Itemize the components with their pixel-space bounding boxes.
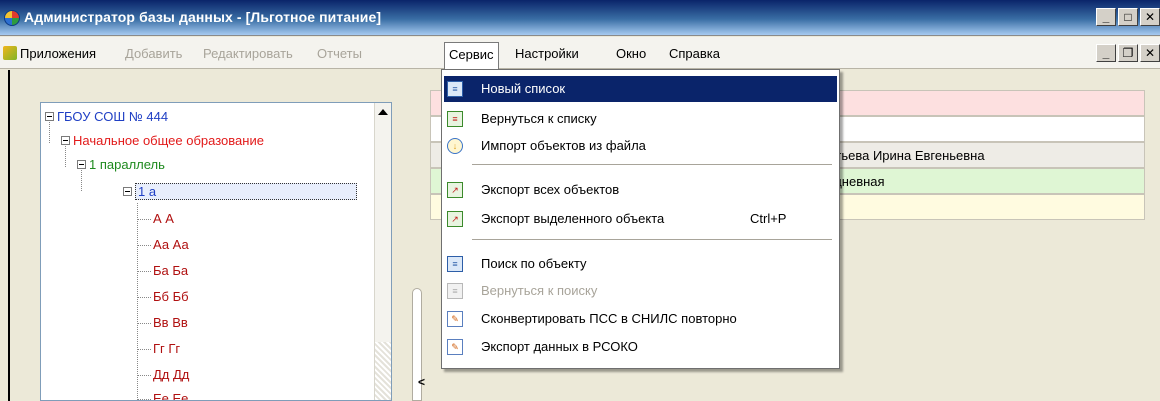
menu-item-search[interactable]: ≡ Поиск по объекту: [444, 251, 837, 277]
menu-item-label: Импорт объектов из файла: [481, 138, 646, 153]
tree-node-parallel[interactable]: 1 параллель: [77, 157, 165, 172]
tree-node-student[interactable]: Аа Аа: [137, 237, 189, 252]
tree-node-student[interactable]: Ее Ее: [137, 391, 189, 401]
menu-service[interactable]: Сервис: [444, 42, 499, 69]
student-name: Гг Гг: [153, 341, 181, 356]
menu-window[interactable]: Окно: [616, 46, 646, 61]
close-button[interactable]: ✕: [1140, 8, 1160, 26]
collapse-icon[interactable]: [123, 187, 132, 196]
student-name: Вв Вв: [153, 315, 188, 330]
export-icon: ↗: [447, 182, 463, 198]
menu-reports[interactable]: Отчеты: [317, 46, 362, 61]
tree-node-student[interactable]: Ба Ба: [137, 263, 188, 278]
student-name: Ба Ба: [153, 263, 189, 278]
tree-node-label: 1 параллель: [89, 157, 165, 172]
menu-applications[interactable]: Приложения: [20, 46, 96, 61]
student-name: А А: [153, 211, 174, 226]
student-name: Аа Аа: [153, 237, 189, 252]
search-list-icon: ≡: [447, 256, 463, 272]
menu-item-import[interactable]: ↓ Импорт объектов из файла: [444, 133, 837, 159]
title-bar: Администратор базы данных - [Льготное пи…: [0, 0, 1160, 36]
menu-item-label: Новый список: [481, 81, 566, 96]
tree-scrollbar[interactable]: [374, 103, 391, 400]
menu-separator: [472, 164, 832, 165]
return-list-icon: ≡: [447, 111, 463, 127]
tree-node-class[interactable]: 1 а: [123, 183, 367, 200]
service-menu-dropdown: ≡ Новый список ≡ Вернуться к списку ↓ Им…: [441, 69, 840, 369]
menu-separator: [472, 239, 832, 240]
menu-item-label: Экспорт всех объектов: [481, 182, 620, 197]
collapse-panel-icon[interactable]: <: [418, 375, 425, 389]
menu-item-label: Экспорт данных в РСОКО: [481, 339, 638, 354]
list-icon: ≡: [447, 81, 463, 97]
tree-node-student[interactable]: Дд Дд: [137, 367, 189, 382]
school-tree[interactable]: ГБОУ СОШ № 444 Начальное общее образован…: [40, 102, 392, 401]
menu-item-export-selected[interactable]: ↗ Экспорт выделенного объекта Ctrl+P: [444, 206, 837, 232]
menu-item-label: Сконвертировать ПСС в СНИЛС повторно: [481, 311, 737, 326]
app-icon: [4, 10, 20, 26]
tree-node-label: Начальное общее образование: [73, 133, 264, 148]
tree-node-student[interactable]: Гг Гг: [137, 341, 180, 356]
convert-icon: ✎: [447, 311, 463, 327]
scrollbar-track[interactable]: [375, 342, 391, 400]
menu-edit[interactable]: Редактировать: [203, 46, 293, 61]
maximize-button[interactable]: □: [1118, 8, 1138, 26]
menu-item-label: Поиск по объекту: [481, 256, 587, 271]
tree-node-student[interactable]: А А: [137, 211, 174, 226]
menu-item-export-rsoko[interactable]: ✎ Экспорт данных в РСОКО: [444, 334, 837, 360]
collapse-icon[interactable]: [77, 160, 86, 169]
minimize-button[interactable]: _: [1096, 8, 1116, 26]
menu-item-label: Экспорт выделенного объекта: [481, 211, 665, 226]
mdi-controls: _ ❐ ✕: [1096, 44, 1160, 62]
menu-item-new-list[interactable]: ≡ Новый список: [444, 76, 837, 102]
window-title: Администратор базы данных - [Льготное пи…: [24, 9, 382, 25]
menu-item-return-search[interactable]: ≡ Вернуться к поиску: [444, 278, 837, 304]
collapse-icon[interactable]: [61, 136, 70, 145]
tree-node-level[interactable]: Начальное общее образование: [61, 133, 264, 148]
collapse-icon[interactable]: [45, 112, 54, 121]
menu-item-label: Вернуться к поиску: [481, 283, 598, 298]
return-search-icon: ≡: [447, 283, 463, 299]
tree-node-label: ГБОУ СОШ № 444: [57, 109, 169, 124]
menu-item-export-all[interactable]: ↗ Экспорт всех объектов: [444, 177, 837, 203]
menu-settings[interactable]: Настройки: [515, 46, 579, 61]
mdi-restore-button[interactable]: ❐: [1118, 44, 1138, 62]
menu-help[interactable]: Справка: [669, 46, 720, 61]
student-name: Дд Дд: [153, 367, 190, 382]
tree-node-student[interactable]: Бб Бб: [137, 289, 189, 304]
menu-item-return-list[interactable]: ≡ Вернуться к списку: [444, 106, 837, 132]
tree-node-label: 1 а: [135, 183, 357, 200]
export-rsoko-icon: ✎: [447, 339, 463, 355]
scroll-up-arrow-icon[interactable]: [378, 109, 388, 115]
tree-node-school[interactable]: ГБОУ СОШ № 444: [45, 109, 168, 124]
mdi-minimize-button[interactable]: _: [1096, 44, 1116, 62]
menu-item-label: Вернуться к списку: [481, 111, 597, 126]
tree-node-student[interactable]: Вв Вв: [137, 315, 188, 330]
window-controls: _ □ ✕: [1096, 8, 1160, 26]
shortcut-label: Ctrl+P: [750, 211, 787, 226]
menu-add[interactable]: Добавить: [125, 46, 182, 61]
import-icon: ↓: [447, 138, 463, 154]
menu-item-convert-snils[interactable]: ✎ Сконвертировать ПСС в СНИЛС повторно: [444, 306, 837, 332]
student-name: Ее Ее: [153, 391, 189, 401]
menu-logo-icon: [3, 46, 17, 60]
student-name: Бб Бб: [153, 289, 189, 304]
menu-bar: Приложения Добавить Редактировать Отчеты…: [0, 37, 1160, 69]
mdi-close-button[interactable]: ✕: [1140, 44, 1160, 62]
export-icon: ↗: [447, 211, 463, 227]
